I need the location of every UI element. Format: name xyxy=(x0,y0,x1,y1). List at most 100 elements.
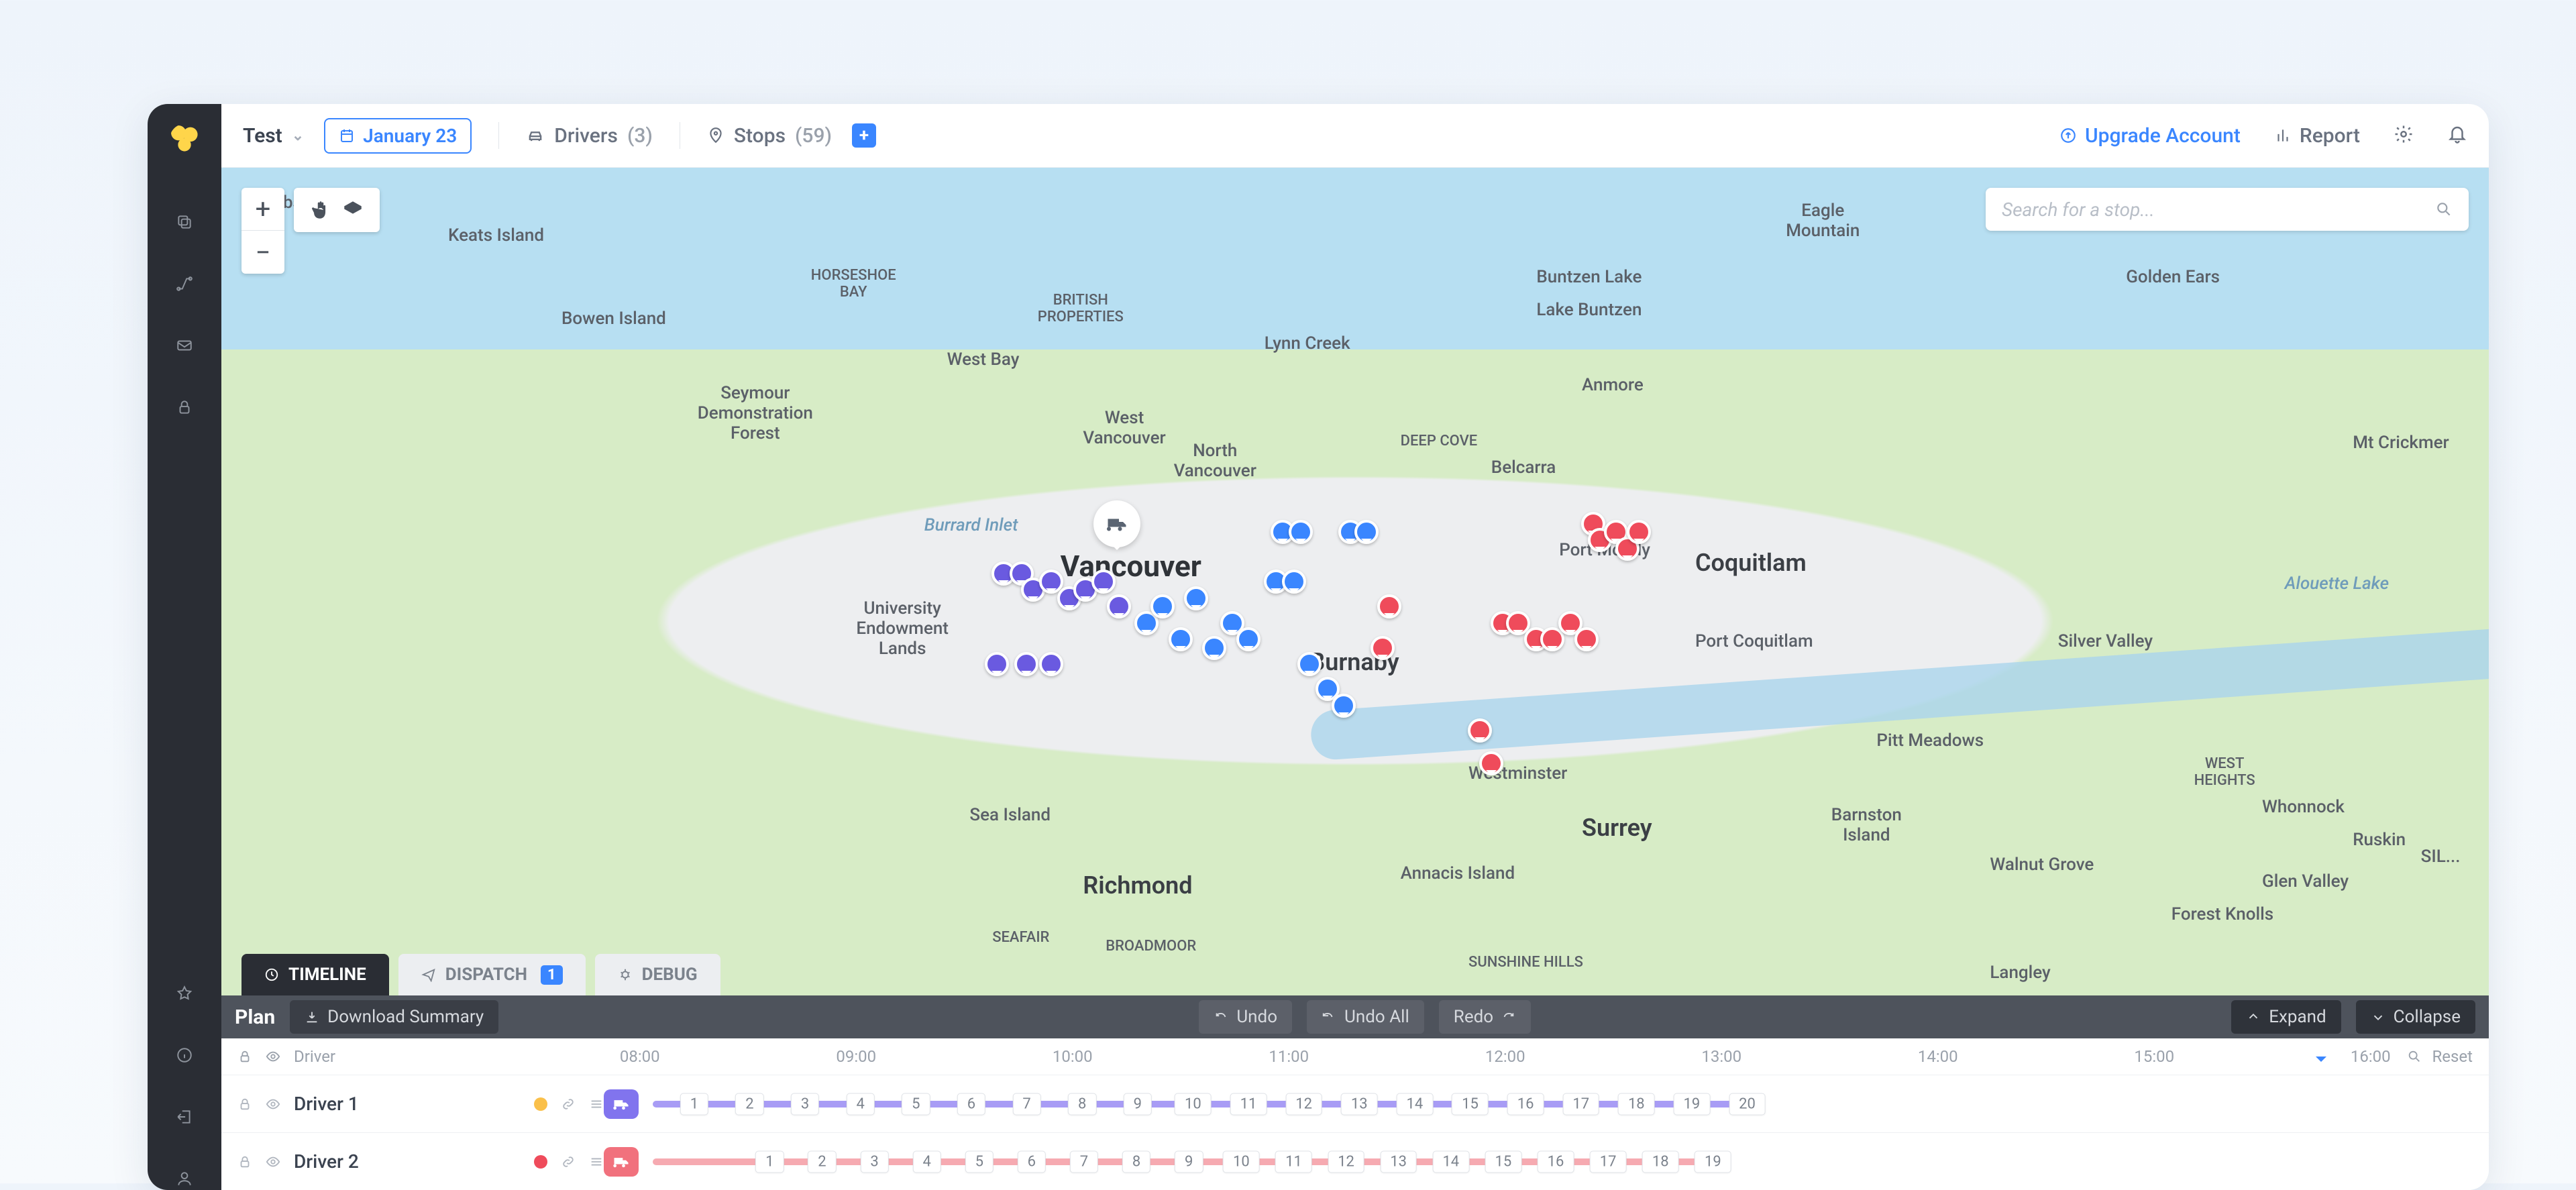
pin[interactable] xyxy=(1039,652,1063,676)
nav-exit-icon[interactable] xyxy=(173,1105,196,1128)
stop-node[interactable]: 19 xyxy=(1695,1150,1731,1173)
eye-icon[interactable] xyxy=(266,1097,280,1112)
stop-node[interactable]: 4 xyxy=(912,1150,941,1173)
pin[interactable] xyxy=(1184,586,1208,610)
pin[interactable] xyxy=(1354,520,1379,544)
stop-node[interactable]: 7 xyxy=(1070,1150,1098,1173)
redo-button[interactable]: Redo xyxy=(1439,1000,1531,1034)
stop-node[interactable]: 8 xyxy=(1068,1093,1096,1115)
pin[interactable] xyxy=(1169,627,1193,651)
link-icon[interactable] xyxy=(561,1097,576,1112)
collapse-button[interactable]: Collapse xyxy=(2356,1000,2475,1034)
pin[interactable] xyxy=(1150,594,1175,618)
pin[interactable] xyxy=(1014,652,1038,676)
date-picker[interactable]: January 23 xyxy=(324,118,472,154)
nav-route-icon[interactable] xyxy=(173,272,196,295)
undo-all-button[interactable]: Undo All xyxy=(1307,1000,1424,1034)
pin[interactable] xyxy=(1282,570,1306,594)
pin[interactable] xyxy=(985,652,1009,676)
pin[interactable] xyxy=(1202,636,1226,660)
stop-node[interactable]: 13 xyxy=(1341,1093,1378,1115)
stop-node[interactable]: 6 xyxy=(957,1093,985,1115)
lock-icon[interactable] xyxy=(237,1097,252,1112)
stop-node[interactable]: 18 xyxy=(1642,1150,1679,1173)
pin[interactable] xyxy=(1091,570,1116,594)
truck-chip[interactable] xyxy=(604,1147,639,1177)
lock-icon[interactable] xyxy=(237,1154,252,1169)
stop-node[interactable]: 11 xyxy=(1275,1150,1312,1173)
stop-node[interactable]: 5 xyxy=(902,1093,930,1115)
search-box[interactable] xyxy=(1986,188,2469,231)
reset-link[interactable]: Reset xyxy=(2432,1047,2473,1066)
stop-node[interactable]: 10 xyxy=(1175,1093,1212,1115)
stop-node[interactable]: 15 xyxy=(1452,1093,1489,1115)
menu-icon[interactable] xyxy=(589,1097,604,1112)
link-icon[interactable] xyxy=(561,1154,576,1169)
nav-copy-icon[interactable] xyxy=(173,211,196,233)
stop-node[interactable]: 17 xyxy=(1562,1093,1599,1115)
lock-icon[interactable] xyxy=(237,1049,252,1064)
pin[interactable] xyxy=(1479,751,1503,775)
stop-node[interactable]: 3 xyxy=(791,1093,819,1115)
map-area[interactable]: Gibsons Keats Island Bowen Island Seymou… xyxy=(221,168,2489,995)
undo-button[interactable]: Undo xyxy=(1199,1000,1292,1034)
pin[interactable] xyxy=(1540,627,1564,651)
tab-debug[interactable]: DEBUG xyxy=(595,954,720,995)
stop-node[interactable]: 12 xyxy=(1285,1093,1322,1115)
pin[interactable] xyxy=(1289,520,1313,544)
stop-node[interactable]: 2 xyxy=(808,1150,836,1173)
stop-node[interactable]: 12 xyxy=(1328,1150,1364,1173)
stop-node[interactable]: 18 xyxy=(1618,1093,1655,1115)
app-logo[interactable] xyxy=(170,124,199,154)
stop-node[interactable]: 1 xyxy=(755,1150,784,1173)
stop-node[interactable]: 13 xyxy=(1380,1150,1417,1173)
eye-icon[interactable] xyxy=(266,1049,280,1064)
stop-node[interactable]: 10 xyxy=(1223,1150,1260,1173)
stop-node[interactable]: 11 xyxy=(1230,1093,1267,1115)
pin[interactable] xyxy=(1236,627,1260,651)
nav-star-icon[interactable] xyxy=(173,982,196,1005)
stop-node[interactable]: 1 xyxy=(680,1093,708,1115)
stop-node[interactable]: 19 xyxy=(1674,1093,1711,1115)
stop-node[interactable]: 2 xyxy=(735,1093,763,1115)
expand-button[interactable]: Expand xyxy=(2231,1000,2341,1034)
stop-node[interactable]: 5 xyxy=(965,1150,994,1173)
pin[interactable] xyxy=(1627,520,1651,544)
pan-tool[interactable] xyxy=(305,196,337,224)
pin[interactable] xyxy=(1332,694,1356,718)
stop-node[interactable]: 8 xyxy=(1122,1150,1150,1173)
add-button[interactable]: + xyxy=(852,123,876,148)
pin[interactable] xyxy=(1468,718,1492,743)
pin[interactable] xyxy=(1107,594,1131,618)
stop-node[interactable]: 6 xyxy=(1018,1150,1046,1173)
driver-lane[interactable]: 1234567891011121314151617181920 xyxy=(604,1075,2489,1132)
nav-user-icon[interactable] xyxy=(173,1167,196,1190)
pin[interactable] xyxy=(1574,627,1599,651)
stop-node[interactable]: 16 xyxy=(1507,1093,1544,1115)
stop-node[interactable]: 4 xyxy=(847,1093,875,1115)
menu-icon[interactable] xyxy=(589,1154,604,1169)
tab-dispatch[interactable]: DISPATCH 1 xyxy=(398,954,586,995)
tab-timeline[interactable]: TIMELINE xyxy=(241,954,389,995)
nav-info-icon[interactable] xyxy=(173,1044,196,1067)
nav-mail-icon[interactable] xyxy=(173,334,196,357)
stop-node[interactable]: 20 xyxy=(1729,1093,1766,1115)
download-summary-button[interactable]: Download Summary xyxy=(290,1000,498,1034)
stop-node[interactable]: 15 xyxy=(1485,1150,1522,1173)
search-input[interactable] xyxy=(2002,199,2435,221)
stop-node[interactable]: 17 xyxy=(1590,1150,1627,1173)
stop-node[interactable]: 3 xyxy=(860,1150,888,1173)
zoom-timeline-icon[interactable] xyxy=(2407,1049,2422,1064)
pin[interactable] xyxy=(1377,594,1401,618)
stop-node[interactable]: 14 xyxy=(1396,1093,1433,1115)
stop-node[interactable]: 7 xyxy=(1012,1093,1040,1115)
settings-button[interactable] xyxy=(2394,124,2414,147)
nav-lock-icon[interactable] xyxy=(173,396,196,419)
eye-icon[interactable] xyxy=(266,1154,280,1169)
plan-selector[interactable]: Test ⌄ xyxy=(243,124,304,148)
truck-chip[interactable] xyxy=(604,1089,639,1119)
drivers-segment[interactable]: Drivers (3) xyxy=(526,124,653,148)
pin[interactable] xyxy=(1297,652,1322,676)
stop-node[interactable]: 16 xyxy=(1538,1150,1574,1173)
lasso-tool[interactable] xyxy=(337,196,369,224)
